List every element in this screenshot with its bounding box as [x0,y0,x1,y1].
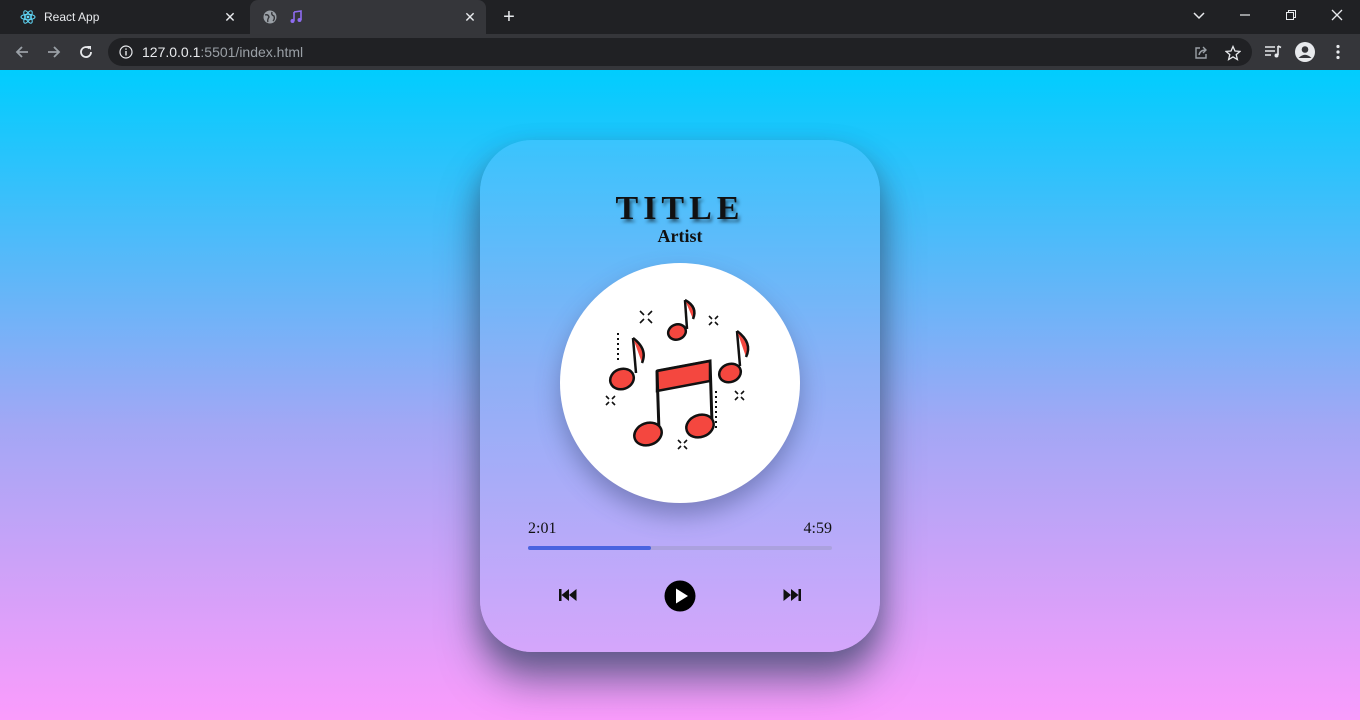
forward-icon [48,46,61,58]
minimize-button[interactable] [1222,0,1268,30]
tab-react-app[interactable]: React App ✕ [8,0,246,34]
media-button[interactable] [1259,38,1287,66]
play-button[interactable] [663,579,697,613]
total-time: 4:59 [803,520,832,537]
close-window-button[interactable] [1314,0,1360,30]
skip-previous-icon [559,589,577,601]
menu-icon [1336,44,1340,60]
next-button[interactable] [778,584,806,606]
current-time: 2:01 [528,520,557,537]
forward-button[interactable] [40,38,68,66]
song-title: TITLE [615,190,745,227]
new-tab-button[interactable]: + [498,6,520,28]
share-icon[interactable] [1192,44,1210,62]
progress-fill [528,546,652,550]
page-background: TITLE Artist 2:01 4:59 [0,70,1360,720]
chevron-down-icon [1193,12,1205,20]
globe-icon [262,9,278,25]
star-icon[interactable] [1224,44,1242,62]
close-icon[interactable]: ✕ [222,9,238,25]
restore-button[interactable] [1268,0,1314,30]
minimize-icon [1240,14,1250,16]
progress-bar[interactable] [528,546,832,550]
album-cover [560,263,800,503]
music-notes-icon [605,298,750,450]
close-icon[interactable]: ✕ [462,9,478,25]
song-artist: Artist [657,226,703,246]
profile-icon [1295,42,1315,62]
music-note-icon [288,9,304,25]
reload-button[interactable] [72,38,100,66]
music-player-card: TITLE Artist 2:01 4:59 [480,140,880,652]
tab-search-button[interactable] [1176,0,1222,30]
url-host: 127.0.0.1 [142,44,201,60]
skip-next-icon [783,589,801,601]
play-icon [664,580,696,612]
address-bar[interactable]: 127.0.0.1:5501/index.html [108,38,1252,66]
restore-icon [1286,10,1296,20]
tab-active[interactable]: ✕ [250,0,486,34]
tab-title: React App [44,10,100,24]
profile-button[interactable] [1291,38,1319,66]
url-path: :5501/index.html [200,44,304,60]
media-icon [1265,45,1282,58]
url-text: 127.0.0.1:5501/index.html [142,44,303,60]
browser-toolbar: 127.0.0.1:5501/index.html [0,34,1360,70]
previous-button[interactable] [554,584,582,606]
menu-button[interactable] [1324,38,1352,66]
reload-icon [80,46,92,58]
back-icon [15,46,28,58]
react-icon [20,9,36,25]
back-button[interactable] [8,38,36,66]
close-icon [1331,9,1343,21]
info-icon[interactable] [118,44,134,60]
browser-tab-bar: React App ✕ ✕ + [0,0,1360,34]
